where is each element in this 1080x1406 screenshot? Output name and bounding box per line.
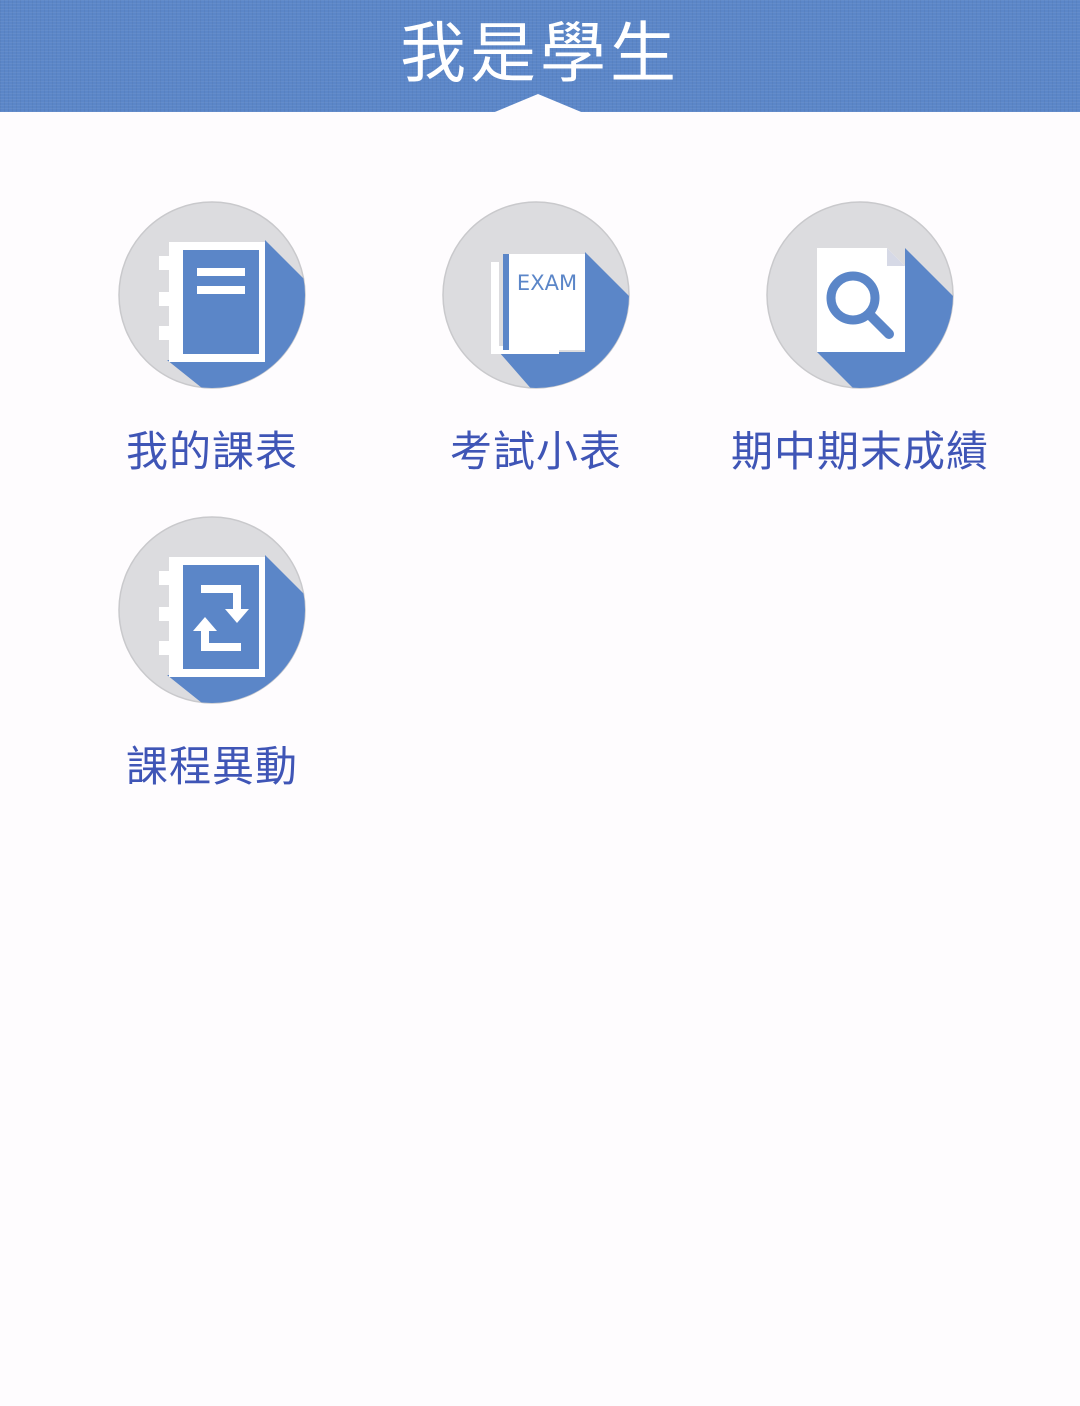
notebook-swap-icon: [117, 515, 307, 705]
app-header: 我是學生: [0, 0, 1080, 114]
notebook-icon: [117, 200, 307, 390]
menu-item-label: 考試小表: [449, 427, 622, 476]
menu-item-course-change[interactable]: 課程異動: [57, 515, 357, 815]
menu-item-exam-table[interactable]: EXAM 考試小表: [381, 200, 681, 500]
menu-item-label: 期中期末成績: [730, 427, 989, 476]
menu-item-my-schedule[interactable]: 我的課表: [57, 200, 357, 500]
menu-item-label: 課程異動: [125, 742, 298, 791]
page-title: 我是學生: [400, 15, 680, 92]
svg-text:EXAM: EXAM: [517, 271, 577, 295]
menu-item-label: 我的課表: [125, 427, 298, 476]
search-document-icon: [765, 200, 955, 390]
menu-item-grades[interactable]: 期中期末成績: [705, 200, 1005, 500]
exam-book-icon: EXAM: [441, 200, 631, 390]
header-notch: [490, 94, 586, 114]
